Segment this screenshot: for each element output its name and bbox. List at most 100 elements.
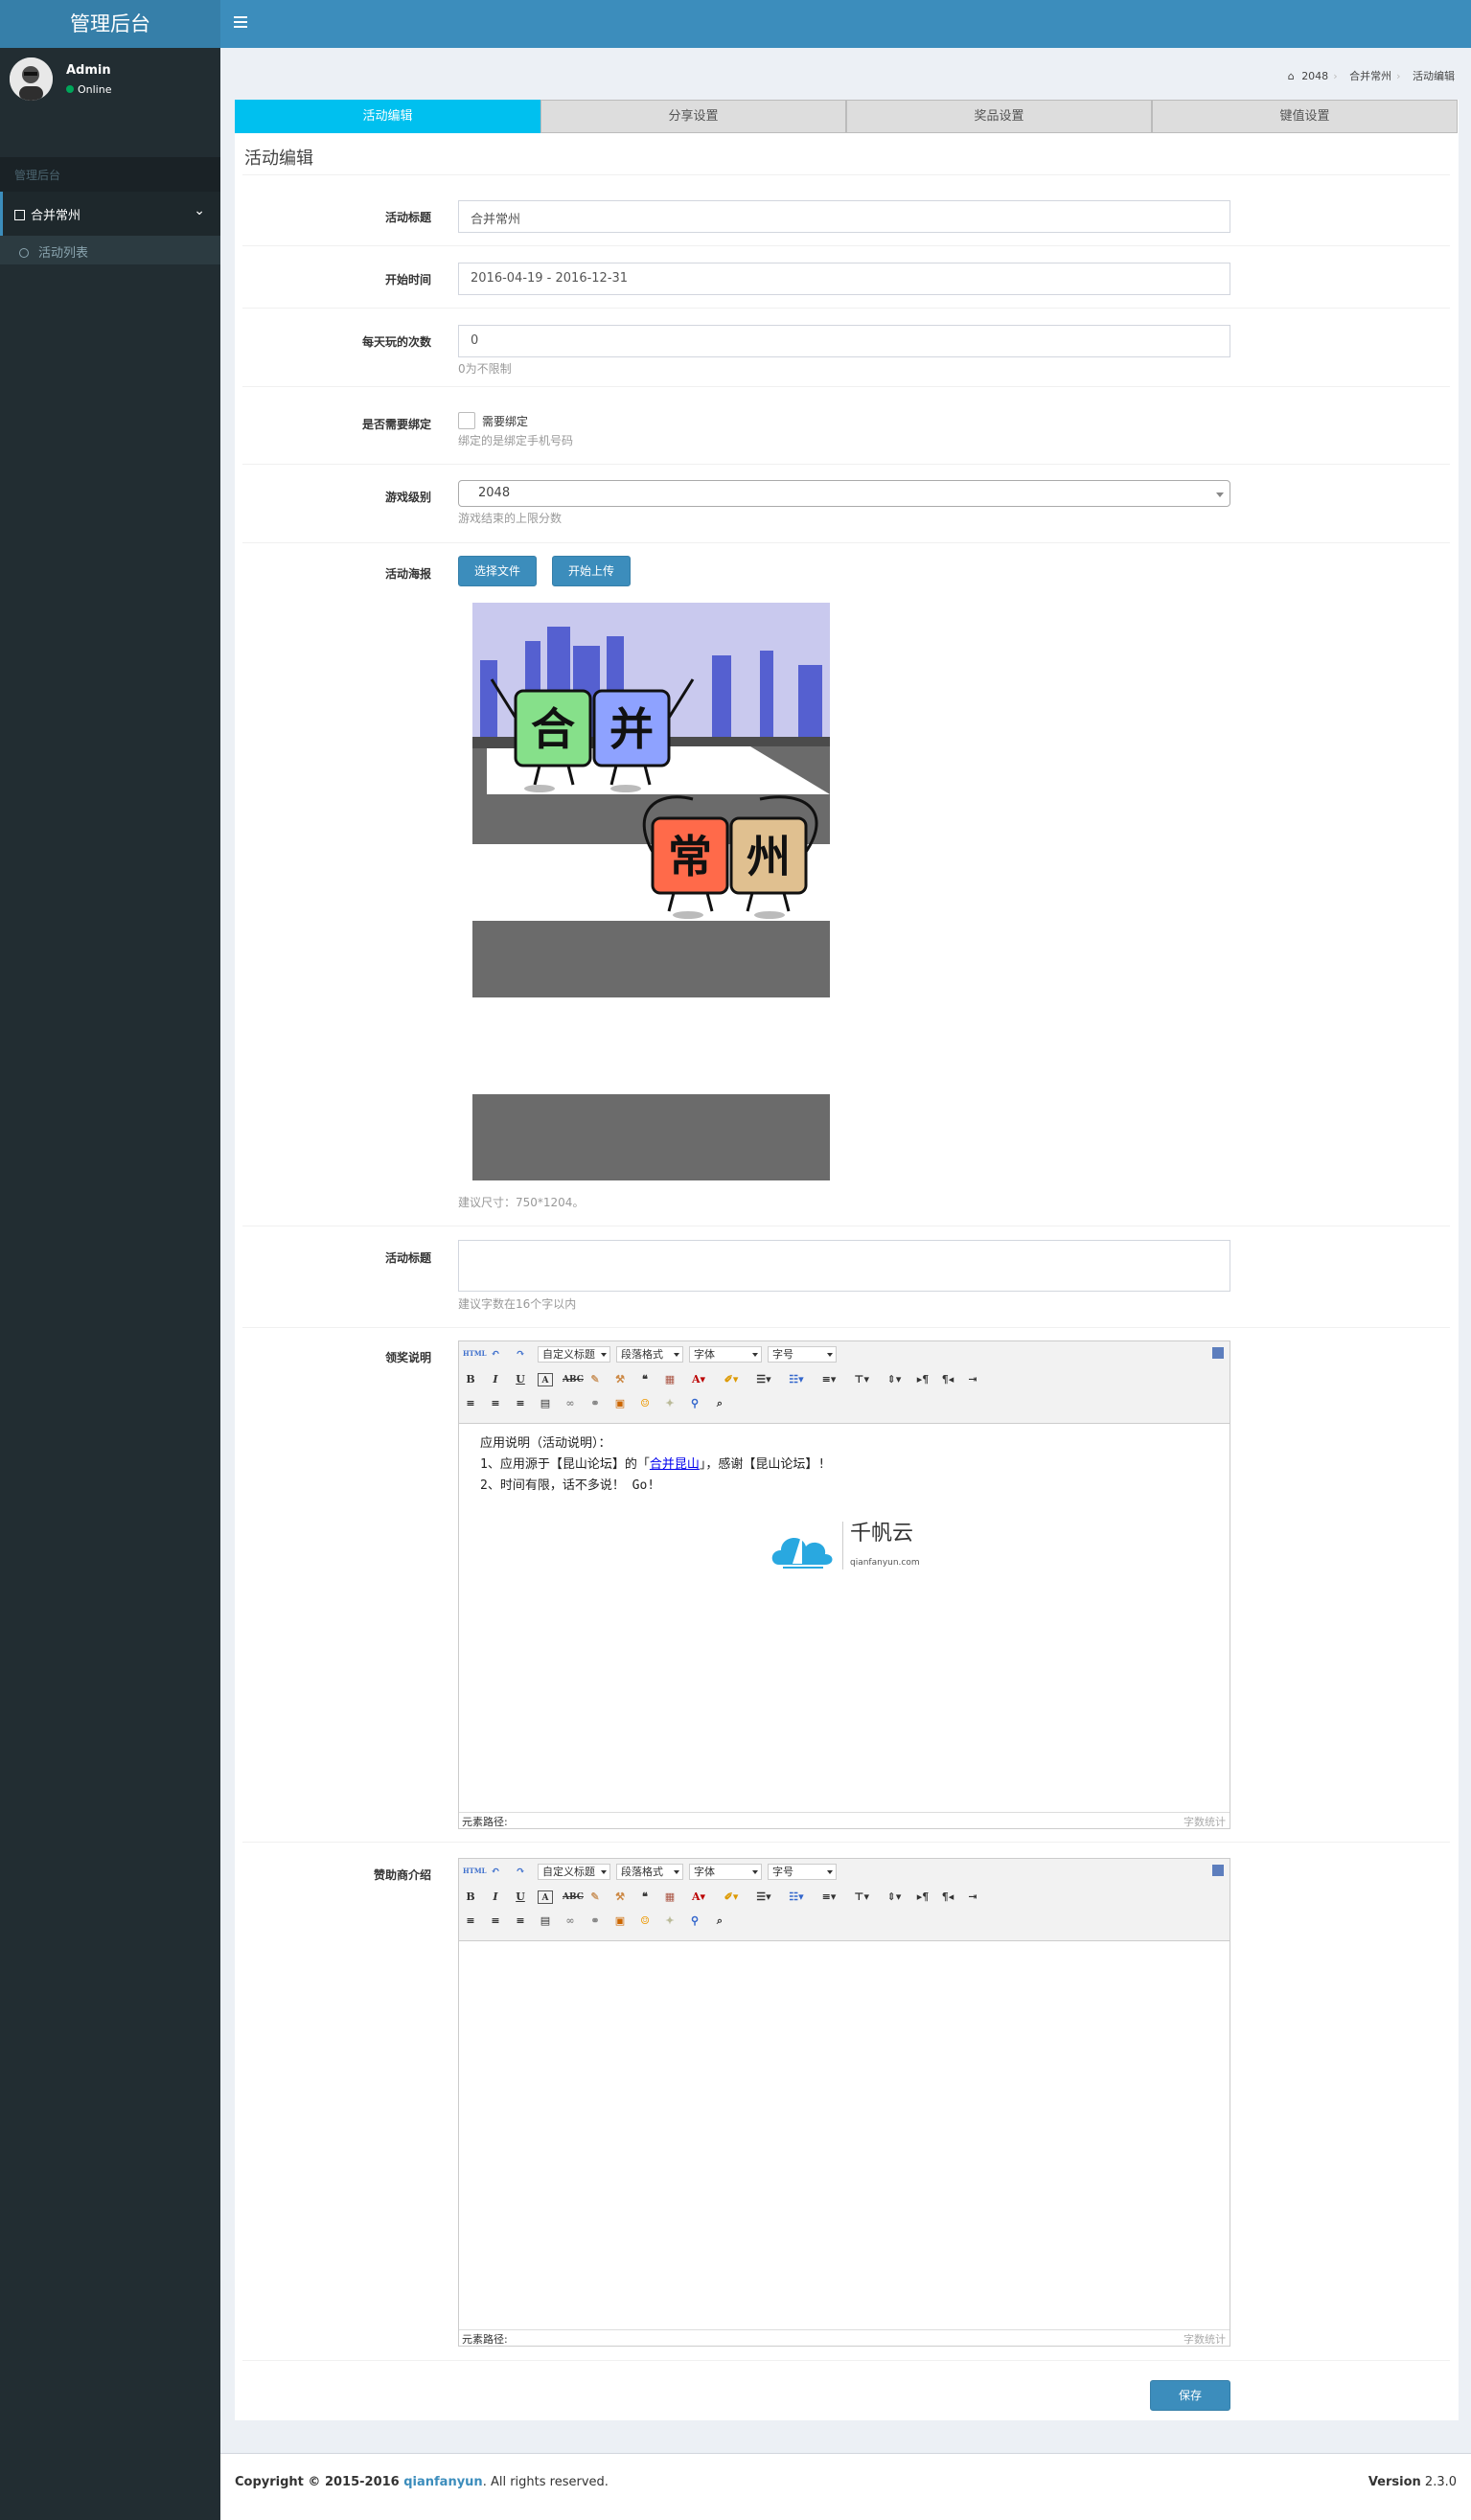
attachment-icon[interactable]: ⚲ bbox=[687, 1914, 702, 1928]
unlink-icon[interactable]: ⚭ bbox=[587, 1397, 603, 1410]
italic-icon[interactable]: I bbox=[488, 1890, 503, 1904]
font-color-icon[interactable]: A▾ bbox=[687, 1890, 710, 1904]
quote-icon[interactable]: ❝ bbox=[637, 1890, 653, 1904]
align-left-icon[interactable]: ≡ bbox=[463, 1397, 478, 1410]
unordered-list-icon[interactable]: ☷▾ bbox=[785, 1373, 808, 1386]
sidebar-item-hebing-changzhou[interactable]: 合并常州 ⌄ bbox=[0, 192, 220, 236]
tab-share-settings[interactable]: 分享设置 bbox=[540, 100, 846, 133]
highlight-icon[interactable]: ✐▾ bbox=[720, 1890, 743, 1904]
custom-title-dropdown[interactable]: 自定义标题 bbox=[538, 1863, 610, 1880]
sidebar-toggle-icon[interactable] bbox=[234, 16, 247, 30]
tab-prize-settings[interactable]: 奖品设置 bbox=[846, 100, 1152, 133]
rtl-icon[interactable]: ¶◂ bbox=[940, 1373, 955, 1386]
search-replace-icon[interactable]: ⌕ bbox=[712, 1397, 727, 1410]
title-input[interactable]: 合并常州 bbox=[458, 200, 1230, 233]
image-icon[interactable]: ▣ bbox=[612, 1397, 628, 1410]
line-height-icon[interactable]: ⇕▾ bbox=[883, 1373, 906, 1386]
font-family-dropdown[interactable]: 字体 bbox=[689, 1863, 762, 1880]
bold-icon[interactable]: B bbox=[463, 1373, 478, 1386]
underline-icon[interactable]: U bbox=[513, 1890, 528, 1904]
eraser-icon[interactable]: ✎ bbox=[587, 1373, 603, 1386]
save-button[interactable]: 保存 bbox=[1150, 2380, 1230, 2411]
align-justify-icon[interactable]: ▤ bbox=[538, 1397, 553, 1410]
ltr-icon[interactable]: ▸¶ bbox=[915, 1890, 931, 1904]
image-icon[interactable]: ▣ bbox=[612, 1914, 628, 1928]
ordered-list-icon[interactable]: ☰▾ bbox=[752, 1890, 775, 1904]
link-icon[interactable]: ∞ bbox=[563, 1397, 578, 1410]
tab-activity-edit[interactable]: 活动编辑 bbox=[235, 100, 540, 133]
align-justify-icon[interactable]: ▤ bbox=[538, 1914, 553, 1928]
row-spacing-bottom-icon[interactable]: ⊤▾ bbox=[850, 1890, 873, 1904]
underline-icon[interactable]: U bbox=[513, 1373, 528, 1386]
redo-icon[interactable]: ↷ bbox=[513, 1865, 528, 1878]
html-source-icon[interactable]: HTML bbox=[463, 1347, 487, 1361]
align-right-icon[interactable]: ≡ bbox=[513, 1914, 528, 1928]
quote-icon[interactable]: ❝ bbox=[637, 1373, 653, 1386]
scrawl-icon[interactable]: ✦ bbox=[662, 1397, 678, 1410]
scrawl-icon[interactable]: ✦ bbox=[662, 1914, 678, 1928]
breadcrumb-item[interactable]: 2048 bbox=[1301, 70, 1328, 82]
strikethrough-icon[interactable]: ABC bbox=[563, 1890, 584, 1904]
strikethrough-icon[interactable]: ABC bbox=[563, 1373, 584, 1386]
paste-plain-icon[interactable]: ▦ bbox=[662, 1890, 678, 1904]
sponsor-rich-editor[interactable]: HTML ↶ ↷ 自定义标题 段落格式 字体 字号 B I U A ABC ✎ … bbox=[458, 1858, 1230, 2347]
emoji-icon[interactable]: ☺ bbox=[637, 1914, 653, 1928]
paragraph-format-dropdown[interactable]: 段落格式 bbox=[616, 1863, 683, 1880]
bind-checkbox[interactable] bbox=[458, 412, 475, 429]
border-icon[interactable]: A bbox=[538, 1373, 553, 1386]
row-spacing-bottom-icon[interactable]: ⊤▾ bbox=[850, 1373, 873, 1386]
choose-file-button[interactable]: 选择文件 bbox=[458, 556, 537, 586]
indent-icon[interactable]: ⇥ bbox=[965, 1890, 980, 1904]
paste-plain-icon[interactable]: ▦ bbox=[662, 1373, 678, 1386]
format-painter-icon[interactable]: ⚒ bbox=[612, 1890, 628, 1904]
row-spacing-top-icon[interactable]: ≡▾ bbox=[817, 1373, 840, 1386]
italic-icon[interactable]: I bbox=[488, 1373, 503, 1386]
align-right-icon[interactable]: ≡ bbox=[513, 1397, 528, 1410]
bold-icon[interactable]: B bbox=[463, 1890, 478, 1904]
bind-checkbox-label[interactable]: 需要绑定 bbox=[482, 413, 528, 429]
undo-icon[interactable]: ↶ bbox=[488, 1865, 503, 1878]
eraser-icon[interactable]: ✎ bbox=[587, 1890, 603, 1904]
border-icon[interactable]: A bbox=[538, 1890, 553, 1904]
align-left-icon[interactable]: ≡ bbox=[463, 1914, 478, 1928]
link-icon[interactable]: ∞ bbox=[563, 1914, 578, 1928]
editor-content[interactable]: 应用说明（活动说明）： 1、应用源于【昆山论坛】的「合并昆山」，感谢【昆山论坛】… bbox=[459, 1424, 1230, 1608]
paragraph-format-dropdown[interactable]: 段落格式 bbox=[616, 1345, 683, 1363]
format-painter-icon[interactable]: ⚒ bbox=[612, 1373, 628, 1386]
breadcrumb-item[interactable]: 合并常州 bbox=[1349, 70, 1391, 82]
font-size-dropdown[interactable]: 字号 bbox=[768, 1863, 837, 1880]
font-size-dropdown[interactable]: 字号 bbox=[768, 1345, 837, 1363]
font-color-icon[interactable]: A▾ bbox=[687, 1373, 710, 1386]
redo-icon[interactable]: ↷ bbox=[513, 1347, 528, 1361]
custom-title-dropdown[interactable]: 自定义标题 bbox=[538, 1345, 610, 1363]
sidebar-subitem-activity-list[interactable]: 活动列表 bbox=[0, 236, 220, 264]
unordered-list-icon[interactable]: ☷▾ bbox=[785, 1890, 808, 1904]
fullscreen-icon[interactable] bbox=[1212, 1347, 1224, 1359]
font-family-dropdown[interactable]: 字体 bbox=[689, 1345, 762, 1363]
emoji-icon[interactable]: ☺ bbox=[637, 1397, 653, 1410]
start-upload-button[interactable]: 开始上传 bbox=[552, 556, 631, 586]
ordered-list-icon[interactable]: ☰▾ bbox=[752, 1373, 775, 1386]
search-replace-icon[interactable]: ⌕ bbox=[712, 1914, 727, 1928]
align-center-icon[interactable]: ≡ bbox=[488, 1397, 503, 1410]
fullscreen-icon[interactable] bbox=[1212, 1865, 1224, 1876]
start-time-input[interactable]: 2016-04-19 - 2016-12-31 bbox=[458, 263, 1230, 295]
copyright-link[interactable]: qianfanyun bbox=[403, 2475, 482, 2489]
editor-content[interactable] bbox=[459, 1941, 1230, 1960]
html-source-icon[interactable]: HTML bbox=[463, 1865, 487, 1878]
game-level-select[interactable]: 2048 bbox=[458, 480, 1230, 507]
indent-icon[interactable]: ⇥ bbox=[965, 1373, 980, 1386]
rtl-icon[interactable]: ¶◂ bbox=[940, 1890, 955, 1904]
app-logo[interactable]: 管理后台 bbox=[0, 0, 220, 48]
ltr-icon[interactable]: ▸¶ bbox=[915, 1373, 931, 1386]
tab-keyvalue-settings[interactable]: 键值设置 bbox=[1152, 100, 1458, 133]
undo-icon[interactable]: ↶ bbox=[488, 1347, 503, 1361]
row-spacing-top-icon[interactable]: ≡▾ bbox=[817, 1890, 840, 1904]
prize-rich-editor[interactable]: HTML ↶ ↷ 自定义标题 段落格式 字体 字号 B I U A ABC ✎ … bbox=[458, 1340, 1230, 1829]
highlight-icon[interactable]: ✐▾ bbox=[720, 1373, 743, 1386]
daily-plays-input[interactable]: 0 bbox=[458, 325, 1230, 357]
title2-textarea[interactable] bbox=[458, 1240, 1230, 1292]
unlink-icon[interactable]: ⚭ bbox=[587, 1914, 603, 1928]
attachment-icon[interactable]: ⚲ bbox=[687, 1397, 702, 1410]
content-link[interactable]: 合并昆山 bbox=[650, 1457, 700, 1472]
